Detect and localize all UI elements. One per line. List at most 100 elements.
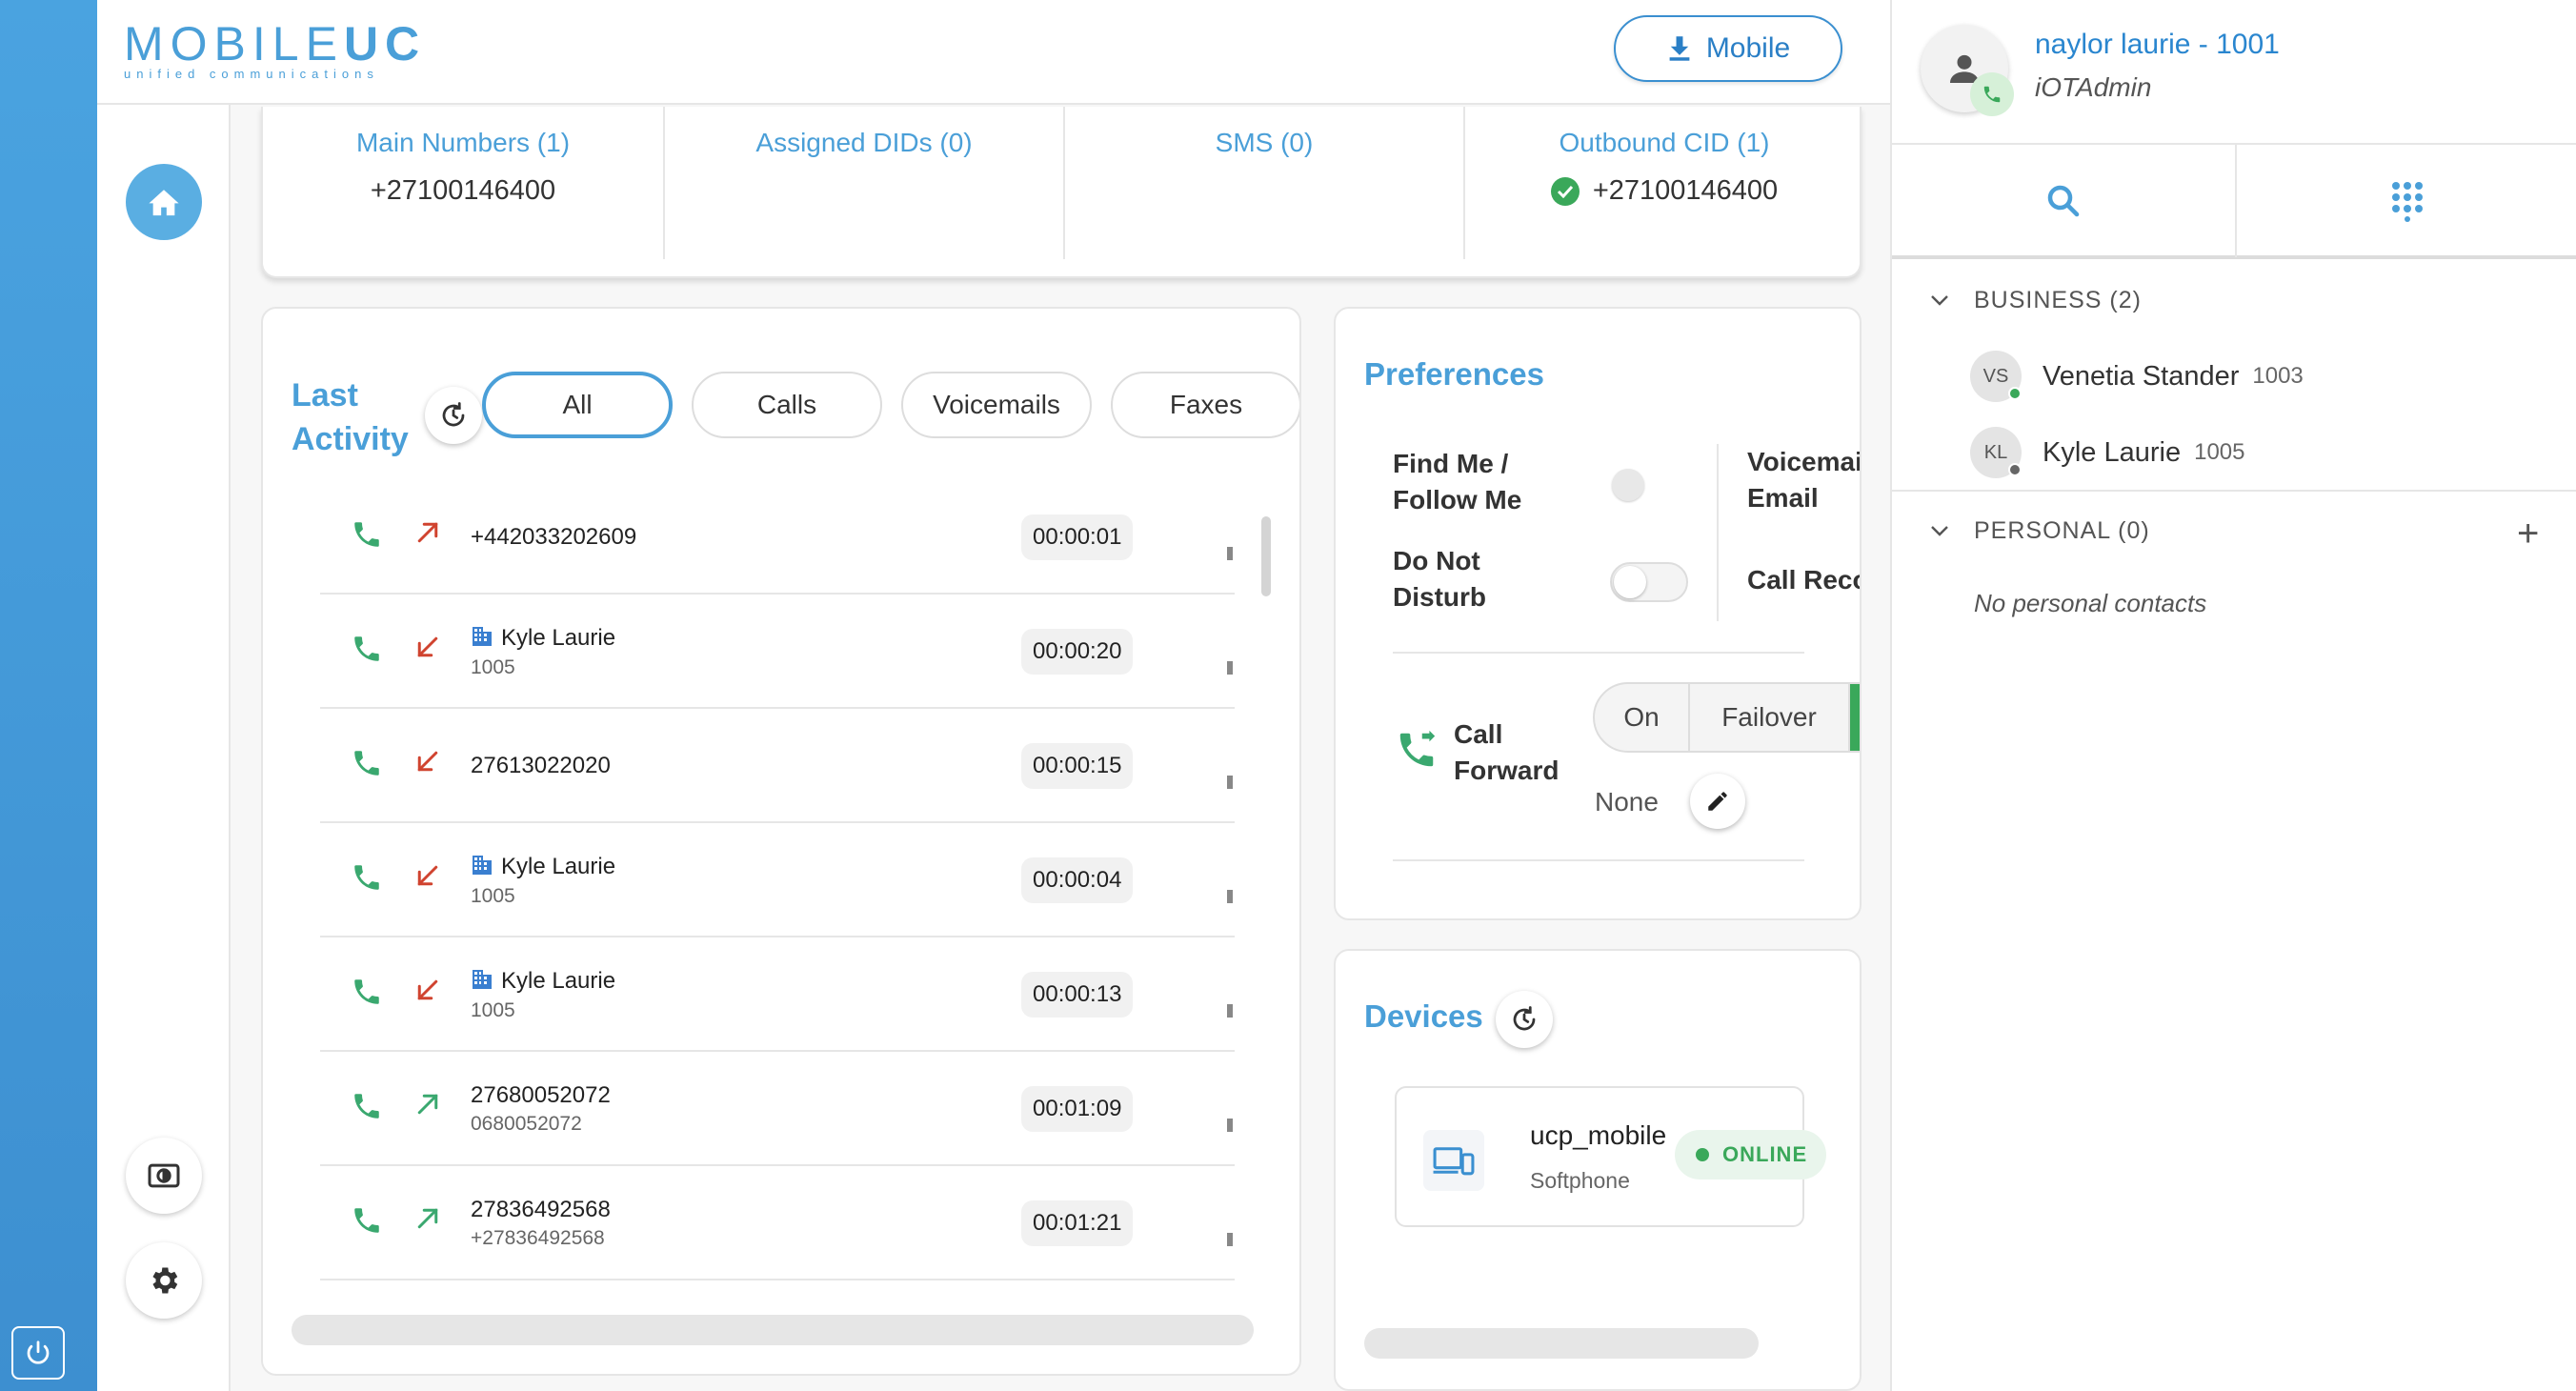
- caller-number: 1005: [471, 884, 515, 907]
- power-icon: [27, 1341, 50, 1364]
- chevron-down-icon: [1931, 295, 1948, 306]
- edit-call-forward-button[interactable]: [1690, 774, 1745, 829]
- caller-name: Kyle Laurie: [471, 854, 615, 881]
- phone-icon[interactable]: [351, 633, 383, 670]
- user-status-badge: [1970, 72, 2014, 116]
- dnd-toggle-knob: [1614, 566, 1646, 598]
- main-numbers-column[interactable]: Main Numbers (1) +27100146400: [263, 107, 663, 259]
- call-forward-label-line2: Forward: [1454, 756, 1560, 785]
- caller-name-text: Kyle Laurie: [501, 968, 616, 994]
- contact-item[interactable]: KL Kyle Laurie 1005: [1970, 419, 2561, 486]
- activity-horizontal-scrollbar[interactable]: [292, 1315, 1254, 1345]
- contact-name: Kyle Laurie: [2043, 436, 2182, 468]
- phone-icon[interactable]: [351, 976, 383, 1013]
- tab-dialpad[interactable]: [2235, 145, 2576, 257]
- call-forward-icon: [1395, 728, 1439, 776]
- power-button[interactable]: [11, 1326, 65, 1380]
- personal-group-header[interactable]: PERSONAL (0): [1892, 507, 2576, 554]
- sms-column[interactable]: SMS (0): [1063, 107, 1463, 259]
- settings-button[interactable]: [126, 1242, 202, 1319]
- caller-name-text: 27836492568: [471, 1197, 611, 1222]
- truncated-cell: [1227, 776, 1233, 789]
- activity-row[interactable]: 27613022020 00:00:15: [320, 709, 1235, 823]
- user-role: iOTAdmin: [2035, 72, 2152, 102]
- call-record-label: Call Record: [1747, 565, 1860, 595]
- phone-icon[interactable]: [351, 1090, 383, 1127]
- app-window: MOBILEUC unified communications Mobile M…: [0, 0, 2576, 1391]
- incoming-missed-icon: [413, 633, 442, 666]
- main-number-value: +27100146400: [370, 175, 556, 206]
- activity-caller: Kyle Laurie 1005: [471, 937, 615, 1052]
- call-duration: 00:00:04: [1021, 857, 1134, 903]
- activity-caller: 27836492568 +27836492568: [471, 1166, 611, 1280]
- mobile-download-button[interactable]: Mobile: [1614, 15, 1842, 82]
- filter-voicemails[interactable]: Voicemails: [901, 372, 1092, 438]
- truncated-cell: [1227, 1119, 1233, 1132]
- find-me-toggle[interactable]: [1612, 469, 1644, 501]
- phone-icon[interactable]: [351, 861, 383, 898]
- presence-dot: [2008, 463, 2022, 476]
- contact-item[interactable]: VS Venetia Stander 1003: [1970, 343, 2561, 410]
- phone-icon[interactable]: [351, 518, 383, 555]
- activity-row[interactable]: +442033202609 00:00:01: [320, 480, 1235, 595]
- tab-search[interactable]: [1892, 145, 2235, 257]
- filter-all[interactable]: All: [482, 372, 673, 438]
- call-duration: 00:00:20: [1021, 629, 1134, 675]
- logo-text: MOBILE: [124, 17, 344, 71]
- contacts-panel: naylor laurie - 1001 iOTAdmin BUSINESS (…: [1890, 0, 2576, 1391]
- activity-row[interactable]: 27680052072 0680052072 00:01:09: [320, 1052, 1235, 1166]
- device-type: Softphone: [1530, 1168, 1630, 1193]
- check-icon: [1550, 176, 1580, 206]
- presence-dot: [2008, 387, 2022, 400]
- phone-icon[interactable]: [351, 1204, 383, 1241]
- truncated-cell: [1227, 1004, 1233, 1018]
- activity-row[interactable]: Kyle Laurie 1005 00:00:20: [320, 595, 1235, 709]
- home-icon: [149, 190, 179, 216]
- caller-name: Kyle Laurie: [471, 625, 615, 653]
- filter-calls[interactable]: Calls: [692, 372, 882, 438]
- business-group-header[interactable]: BUSINESS (2): [1892, 276, 2576, 324]
- activity-row[interactable]: Kyle Laurie 1005 00:00:04: [320, 823, 1235, 937]
- business-contact-icon: [471, 854, 493, 881]
- activity-caller: +442033202609: [471, 480, 636, 595]
- refresh-icon: [1513, 1006, 1536, 1031]
- home-button[interactable]: [126, 164, 202, 240]
- dnd-toggle[interactable]: [1610, 562, 1688, 602]
- voicemail-email-label-line1: Voicemail t: [1747, 447, 1862, 476]
- devices-horizontal-scrollbar[interactable]: [1364, 1328, 1759, 1359]
- activity-scrollbar[interactable]: [1261, 516, 1271, 596]
- dialpad-icon: [2392, 182, 2423, 222]
- contrast-icon: [148, 1163, 180, 1188]
- find-me-label-line1: Find Me /: [1393, 449, 1509, 478]
- caller-name: 27613022020: [471, 753, 611, 779]
- call-forward-label-line1: Call: [1454, 719, 1503, 749]
- refresh-activity-button[interactable]: [425, 387, 482, 444]
- search-icon: [2047, 185, 2080, 217]
- call-forward-mode-selector: On Failover C: [1593, 682, 1860, 753]
- incoming-missed-icon: [413, 976, 442, 1009]
- gear-icon: [152, 1267, 178, 1294]
- assigned-dids-column[interactable]: Assigned DIDs (0): [663, 107, 1063, 259]
- filter-faxes[interactable]: Faxes: [1111, 372, 1299, 438]
- contact-name: Venetia Stander: [2043, 360, 2240, 392]
- devices-icon: [1423, 1130, 1484, 1191]
- activity-caller: Kyle Laurie 1005: [471, 595, 615, 709]
- status-dot: [1696, 1148, 1709, 1161]
- activity-row[interactable]: 27836492568 +27836492568 00:01:21: [320, 1166, 1235, 1280]
- call-forward-label: Call Forward: [1454, 716, 1559, 789]
- refresh-devices-button[interactable]: [1496, 991, 1553, 1048]
- screen-toggle-button[interactable]: [126, 1138, 202, 1214]
- mobile-button-label: Mobile: [1705, 32, 1791, 64]
- forward-mode-selected[interactable]: C: [1850, 684, 1860, 751]
- truncated-cell: [1227, 1233, 1233, 1246]
- forward-mode-failover[interactable]: Failover: [1690, 684, 1850, 751]
- incoming-missed-icon: [413, 861, 442, 895]
- forward-mode-on[interactable]: On: [1595, 684, 1690, 751]
- outbound-cid-column[interactable]: Outbound CID (1) +27100146400: [1463, 107, 1863, 259]
- devices-title: Devices: [1364, 998, 1483, 1034]
- activity-row[interactable]: Kyle Laurie 1005 00:00:13: [320, 937, 1235, 1052]
- add-contact-button[interactable]: +: [2517, 514, 2539, 553]
- user-name[interactable]: naylor laurie - 1001: [2035, 29, 2280, 61]
- phone-icon[interactable]: [351, 747, 383, 784]
- dnd-label: Do Not Disturb: [1393, 543, 1486, 615]
